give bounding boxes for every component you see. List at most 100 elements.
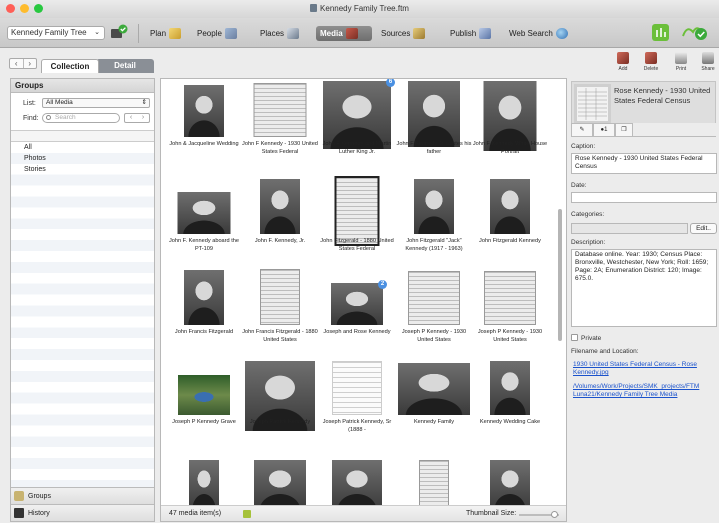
group-label: All bbox=[24, 144, 32, 151]
close-window-button[interactable] bbox=[6, 4, 15, 13]
media-grid-scrollbar[interactable] bbox=[558, 209, 562, 341]
media-item[interactable]: John Fitzgerald "Jack" Kennedy (1917 - 1… bbox=[395, 176, 473, 268]
census-thumbnail[interactable] bbox=[574, 84, 611, 124]
media-item[interactable]: Joseph P Kennedy Grave bbox=[165, 361, 243, 453]
media-thumbnail[interactable] bbox=[334, 176, 380, 246]
media-thumbnail[interactable] bbox=[408, 271, 460, 325]
zoom-window-button[interactable] bbox=[34, 4, 43, 13]
tab-detail[interactable]: Detail bbox=[96, 59, 154, 73]
printer-icon bbox=[675, 52, 687, 64]
media-item[interactable]: Joseph P Kennedy - 1930 United States bbox=[471, 269, 549, 361]
list-select[interactable]: All Media ⇕ bbox=[42, 98, 150, 108]
filename-link[interactable]: 1930 United States Federal Census - Rose… bbox=[573, 361, 716, 377]
media-item[interactable]: John F. Kennedy aboard the PT-109 bbox=[165, 176, 243, 268]
publish-button[interactable]: Publish bbox=[446, 26, 495, 41]
media-thumbnail[interactable] bbox=[490, 179, 530, 234]
media-thumbnail[interactable] bbox=[178, 375, 230, 415]
media-button[interactable]: Media bbox=[316, 26, 372, 41]
media-thumbnail[interactable] bbox=[253, 83, 307, 137]
tab-copies[interactable]: ❐ bbox=[615, 123, 633, 137]
groups-footer-button[interactable]: Groups bbox=[11, 487, 154, 504]
tab-media-info[interactable]: ✎ bbox=[571, 123, 593, 137]
media-item[interactable]: John F Kennedy Jr salutes his father bbox=[395, 81, 473, 173]
media-thumbnail[interactable] bbox=[490, 460, 530, 510]
media-thumbnail[interactable] bbox=[332, 361, 382, 415]
media-item[interactable]: Joseph Patrick Kennedy, Sr (1888 - bbox=[318, 361, 396, 453]
linked-count: 1 bbox=[604, 127, 608, 133]
search-prev-icon[interactable]: ‹ bbox=[125, 114, 137, 122]
plan-button[interactable]: Plan bbox=[146, 26, 185, 41]
search-input[interactable]: Search bbox=[42, 113, 120, 123]
media-item[interactable]: Kennedy Wedding Cake bbox=[471, 361, 549, 453]
media-item[interactable]: 2 Joseph and Rose Kennedy bbox=[318, 269, 396, 361]
media-thumbnail[interactable] bbox=[184, 270, 224, 325]
media-thumbnail[interactable] bbox=[254, 460, 306, 510]
minimize-window-button[interactable] bbox=[20, 4, 29, 13]
caption-field[interactable]: Rose Kennedy - 1930 United States Federa… bbox=[571, 153, 717, 174]
media-item[interactable]: John Francis Fitzgerald - 1880 United St… bbox=[241, 269, 319, 361]
media-thumbnail[interactable] bbox=[323, 81, 391, 149]
media-thumbnail[interactable] bbox=[184, 85, 224, 137]
document-icon bbox=[310, 4, 318, 12]
media-item[interactable]: John F. Kennedy, Jr. bbox=[241, 176, 319, 268]
media-item[interactable]: John F Kennedy White House Portrait bbox=[471, 81, 549, 173]
tree-selector[interactable]: Kennedy Family Tree ⌄ bbox=[7, 26, 105, 40]
toolbar-separator bbox=[138, 24, 139, 43]
share-button[interactable]: Share bbox=[697, 52, 719, 72]
slideshow-icon[interactable] bbox=[243, 510, 251, 518]
sources-button[interactable]: Sources bbox=[377, 26, 429, 41]
media-item[interactable]: John F Kennedy - 1930 United States Fede… bbox=[241, 81, 319, 173]
web-search-button[interactable]: Web Search bbox=[505, 26, 572, 41]
media-item[interactable]: John & Jacqueline Wedding bbox=[165, 81, 243, 173]
media-thumbnail[interactable] bbox=[484, 271, 536, 325]
tab-collection[interactable]: Collection bbox=[41, 59, 99, 73]
media-item[interactable]: John Fitzgerald Kennedy bbox=[471, 176, 549, 268]
media-thumbnail[interactable] bbox=[331, 283, 383, 325]
description-field[interactable]: Database online. Year: 1930; Census Plac… bbox=[571, 249, 717, 327]
add-button[interactable]: Add bbox=[612, 52, 634, 72]
preview-title: Rose Kennedy - 1930 United States Federa… bbox=[614, 86, 711, 105]
places-button[interactable]: Places bbox=[256, 26, 303, 41]
media-item[interactable]: 6 John F Kennedy and Martin Luther King J… bbox=[318, 79, 396, 173]
history-footer-label: History bbox=[28, 510, 50, 517]
edit-categories-button[interactable]: Edit.. bbox=[690, 223, 717, 234]
media-item[interactable]: John Francis Fitzgerald bbox=[165, 269, 243, 361]
media-item[interactable]: Joseph P Kennedy - 1930 United States bbox=[395, 269, 473, 361]
media-thumbnail[interactable] bbox=[260, 269, 300, 325]
private-checkbox[interactable] bbox=[571, 334, 578, 341]
group-item-stories[interactable]: Stories bbox=[11, 164, 154, 175]
media-thumbnail[interactable] bbox=[177, 192, 231, 234]
history-icon bbox=[14, 508, 24, 518]
media-thumbnail[interactable] bbox=[419, 460, 449, 510]
media-thumbnail[interactable] bbox=[189, 460, 219, 510]
group-item-photos[interactable]: Photos bbox=[11, 153, 154, 164]
back-arrow-icon[interactable]: ‹ bbox=[10, 59, 24, 68]
media-thumbnail[interactable] bbox=[398, 363, 470, 415]
media-thumbnail[interactable] bbox=[332, 460, 382, 510]
delete-button[interactable]: Delete bbox=[640, 52, 662, 72]
tab-linked-people[interactable]: ●1 bbox=[593, 123, 615, 137]
media-thumbnail[interactable] bbox=[490, 361, 530, 415]
slider-knob[interactable] bbox=[551, 511, 558, 518]
sync-status-icon[interactable] bbox=[110, 24, 128, 41]
people-button[interactable]: People bbox=[193, 26, 241, 41]
folder-path-link[interactable]: /Volumes/Work/Projects/SMK_projects/FTM … bbox=[573, 383, 716, 399]
print-button[interactable]: Print bbox=[670, 52, 692, 72]
group-item-all[interactable]: All bbox=[11, 142, 154, 153]
media-item[interactable]: John Fitzgerald - 1880 United States Fed… bbox=[318, 176, 396, 268]
media-thumbnail[interactable] bbox=[414, 179, 454, 234]
history-footer-button[interactable]: History bbox=[11, 504, 154, 521]
media-item[interactable]: Joseph Patrick Kennedy bbox=[241, 361, 319, 453]
ancestry-hints-icon[interactable] bbox=[652, 24, 669, 41]
search-next-icon[interactable]: › bbox=[137, 114, 149, 122]
media-item[interactable]: Kennedy Family bbox=[395, 361, 473, 453]
delete-label: Delete bbox=[643, 66, 659, 72]
tree-sync-icon[interactable] bbox=[681, 23, 709, 42]
media-caption: John F Kennedy and Martin Luther King Jr… bbox=[322, 141, 392, 155]
media-thumbnail[interactable] bbox=[260, 179, 300, 234]
media-caption: Joseph Patrick Kennedy bbox=[249, 419, 311, 425]
forward-arrow-icon[interactable]: › bbox=[24, 59, 37, 68]
media-grid-footer: 47 media item(s) Thumbnail Size: bbox=[161, 505, 566, 521]
date-field[interactable] bbox=[571, 192, 717, 203]
media-thumbnail[interactable] bbox=[408, 81, 460, 147]
